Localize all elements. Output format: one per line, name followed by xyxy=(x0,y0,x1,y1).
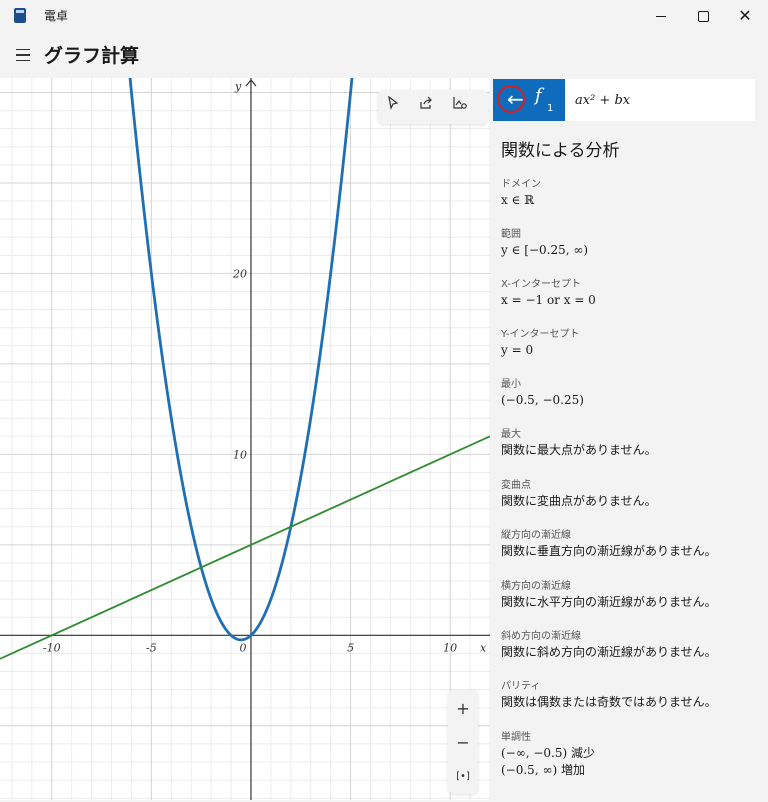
section-label: パリティ xyxy=(501,681,541,692)
calculator-window: 電卓 ✕ グラフ計算 x y -10 -5 0 5 10 10 20 + − [… xyxy=(0,0,768,802)
section-label: 変曲点 xyxy=(501,480,531,491)
x-axis-label: x xyxy=(480,641,487,654)
x-tick-label: 5 xyxy=(347,641,354,654)
section-label: ドメイン xyxy=(501,179,541,190)
section-value: (−∞, −0.5) 減少 xyxy=(501,746,595,760)
section-value: 関数に水平方向の漸近線がありません。 xyxy=(501,595,717,609)
section-label: 横方向の漸近線 xyxy=(501,581,571,592)
range-section: 範囲 y ∈ [−0.25, ∞) xyxy=(501,228,763,259)
x-tick-label: -5 xyxy=(146,641,157,654)
graph-plot[interactable]: x y -10 -5 0 5 10 10 20 xyxy=(0,78,490,800)
section-value: y = 0 xyxy=(501,343,534,357)
section-label: 縦方向の漸近線 xyxy=(501,530,571,541)
y-tick-label: 10 xyxy=(233,448,247,461)
x-tick-label: 0 xyxy=(239,641,246,654)
monotonicity-section: 単調性 (−∞, −0.5) 減少 (−0.5, ∞) 増加 xyxy=(501,731,763,779)
function-header: ← f 1 ax² + bx xyxy=(493,79,755,121)
x-intercept-section: X-インターセプト x = −1 or x = 0 xyxy=(501,278,763,309)
analysis-title: 関数による分析 xyxy=(501,141,620,161)
graph-settings-icon[interactable] xyxy=(452,96,474,118)
zoom-in-button[interactable]: + xyxy=(448,692,478,724)
function-subscript: 1 xyxy=(547,103,554,114)
section-label: 単調性 xyxy=(501,732,531,743)
page-title: グラフ計算 xyxy=(44,45,140,67)
x-tick-label: 10 xyxy=(443,641,457,654)
parabola-curve xyxy=(128,78,354,642)
calculator-icon xyxy=(14,8,26,23)
function-name: f xyxy=(535,85,542,106)
trace-cursor-icon[interactable] xyxy=(386,96,408,118)
section-label: X-インターセプト xyxy=(501,279,581,290)
app-header: グラフ計算 xyxy=(0,32,768,78)
app-title: 電卓 xyxy=(44,9,69,23)
section-value: 関数に垂直方向の漸近線がありません。 xyxy=(501,544,717,558)
y-tick-label: 20 xyxy=(232,267,247,280)
section-label: 斜め方向の漸近線 xyxy=(501,631,581,642)
horizontal-asymptote-section: 横方向の漸近線 関数に水平方向の漸近線がありません。 xyxy=(501,580,763,611)
section-value: x ∈ ℝ xyxy=(501,193,535,207)
graph-canvas[interactable]: x y -10 -5 0 5 10 10 20 + − [•] xyxy=(0,78,490,800)
x-tick-label: -10 xyxy=(43,641,61,654)
minimize-icon xyxy=(656,15,666,17)
zoom-controls: + − [•] xyxy=(448,690,478,794)
graph-toolbar xyxy=(378,90,488,124)
function-badge: ← f 1 xyxy=(493,79,565,121)
minimize-button[interactable] xyxy=(638,0,684,32)
section-value: 関数に斜め方向の漸近線がありません。 xyxy=(501,645,717,659)
section-value: x = −1 or x = 0 xyxy=(501,293,596,307)
section-label: Y-インターセプト xyxy=(501,329,580,340)
maximize-button[interactable] xyxy=(680,0,726,32)
section-value: 関数は偶数または奇数ではありません。 xyxy=(501,695,717,709)
section-label: 範囲 xyxy=(501,229,521,240)
inflection-section: 変曲点 関数に変曲点がありません。 xyxy=(501,479,763,510)
y-axis-label: y xyxy=(234,80,242,93)
section-value: 関数に最大点がありません。 xyxy=(501,443,657,457)
domain-section: ドメイン x ∈ ℝ xyxy=(501,178,763,209)
function-expression[interactable]: ax² + bx xyxy=(575,93,630,108)
back-arrow-icon[interactable]: ← xyxy=(507,85,524,113)
parity-section: パリティ 関数は偶数または奇数ではありません。 xyxy=(501,680,763,711)
function-analysis-panel: ← f 1 ax² + bx 関数による分析 ドメイン x ∈ ℝ 範囲 y ∈… xyxy=(490,78,768,800)
section-value-2: (−0.5, ∞) 増加 xyxy=(501,763,585,777)
close-icon: ✕ xyxy=(738,6,752,25)
section-label: 最小 xyxy=(501,379,521,390)
hamburger-menu-icon[interactable] xyxy=(12,44,34,66)
zoom-out-button[interactable]: − xyxy=(448,726,478,758)
minimum-section: 最小 (−0.5, −0.25) xyxy=(501,378,763,409)
vertical-asymptote-section: 縦方向の漸近線 関数に垂直方向の漸近線がありません。 xyxy=(501,529,763,560)
reset-view-button[interactable]: [•] xyxy=(448,760,478,792)
section-value: (−0.5, −0.25) xyxy=(501,393,584,407)
share-icon[interactable] xyxy=(419,96,441,118)
maximize-icon xyxy=(697,10,709,22)
close-button[interactable]: ✕ xyxy=(722,0,768,32)
oblique-asymptote-section: 斜め方向の漸近線 関数に斜め方向の漸近線がありません。 xyxy=(501,630,763,661)
y-intercept-section: Y-インターセプト y = 0 xyxy=(501,328,763,359)
maximum-section: 最大 関数に最大点がありません。 xyxy=(501,428,763,459)
section-value: y ∈ [−0.25, ∞) xyxy=(501,243,589,257)
section-label: 最大 xyxy=(501,429,521,440)
linear-curve xyxy=(0,435,490,660)
section-value: 関数に変曲点がありません。 xyxy=(501,494,657,508)
title-bar: 電卓 ✕ xyxy=(0,0,768,32)
